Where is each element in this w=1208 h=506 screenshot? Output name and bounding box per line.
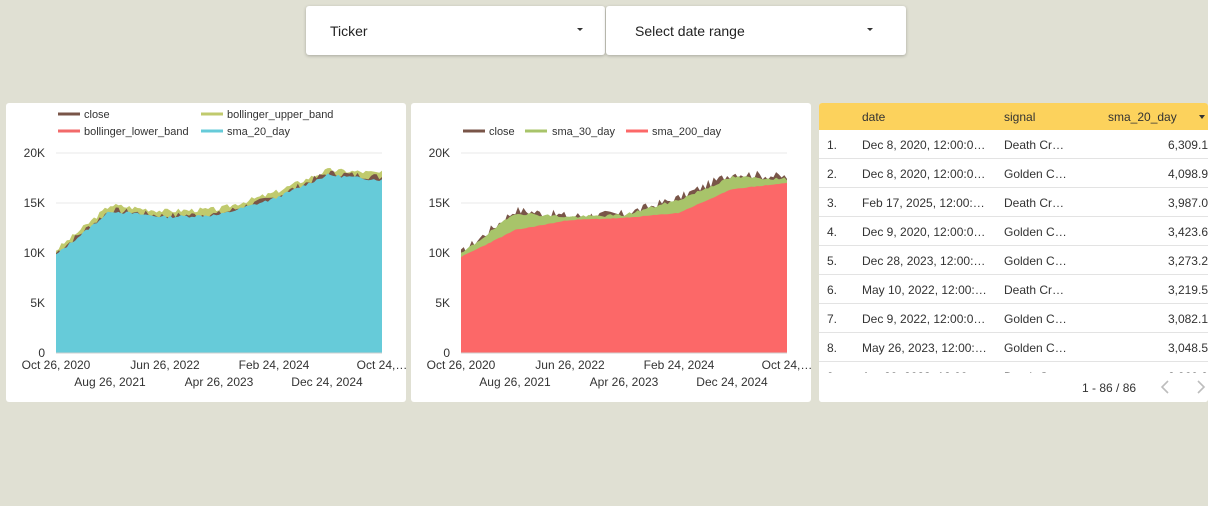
cell-signal: Death Cr…	[1004, 196, 1065, 210]
table-row[interactable]: 8. May 26, 2023, 12:00:… Golden C… 3,048.5	[819, 333, 1208, 362]
y-tick-label: 15K	[429, 196, 450, 210]
chevron-left-icon[interactable]	[1156, 377, 1176, 397]
ticker-dropdown-label: Ticker	[330, 23, 368, 39]
x-tick-label: Oct 26, 2020	[22, 358, 91, 372]
y-tick-label: 15K	[24, 196, 45, 210]
legend-label-bollinger-lower: bollinger_lower_band	[84, 126, 189, 138]
pagination-text: 1 - 86 / 86	[1082, 381, 1137, 395]
cell-date: May 26, 2023, 12:00:…	[862, 341, 987, 355]
date-range-dropdown[interactable]: Select date range	[606, 6, 906, 55]
legend-label-sma-30: sma_30_day	[552, 126, 615, 138]
sma-chart: close sma_30_day sma_200_day 20K 15K 10K…	[427, 126, 811, 389]
row-index: 7.	[827, 312, 838, 326]
cell-signal: Golden C…	[1004, 167, 1067, 181]
x-tick-label: Feb 24, 2024	[644, 358, 715, 372]
x-tick-label: Oct 24,…	[762, 358, 811, 372]
y-tick-label: 10K	[429, 246, 450, 260]
cell-sma-20-day: 3,273.2	[1167, 254, 1208, 268]
x-tick-label: Oct 26, 2020	[427, 358, 496, 372]
x-tick-label: Jun 26, 2022	[535, 358, 605, 372]
cell-signal: Golden C…	[1004, 312, 1067, 326]
cell-signal: Golden C…	[1004, 341, 1067, 355]
row-index: 6.	[827, 283, 838, 297]
cell-sma-20-day: 3,423.6	[1167, 225, 1208, 239]
column-header-date[interactable]: date	[862, 110, 885, 124]
bollinger-chart: close bollinger_upper_band bollinger_low…	[22, 109, 406, 389]
column-header-sma-20-day[interactable]: sma_20_day	[1108, 110, 1177, 124]
legend-label-close: close	[84, 109, 110, 121]
legend-label-sma-200: sma_200_day	[652, 126, 722, 138]
cell-sma-20-day: 3,987.0	[1167, 196, 1208, 210]
table-row[interactable]: 4. Dec 9, 2020, 12:00:0… Golden C… 3,423.6	[819, 217, 1208, 246]
cell-date: Dec 9, 2020, 12:00:0…	[862, 225, 986, 239]
table-row[interactable]: 1. Dec 8, 2020, 12:00:0… Death Cr… 6,309.1	[819, 130, 1208, 159]
chevron-down-icon	[577, 28, 583, 31]
x-tick-label: Feb 24, 2024	[239, 358, 310, 372]
chart2-legend: close sma_30_day sma_200_day	[463, 126, 722, 138]
row-index: 2.	[827, 167, 838, 181]
row-index: 8.	[827, 341, 838, 355]
column-header-signal[interactable]: signal	[1004, 110, 1035, 124]
x-tick-label: Jun 26, 2022	[130, 358, 200, 372]
date-range-dropdown-label: Select date range	[635, 23, 745, 39]
cell-sma-20-day: 6,309.1	[1167, 138, 1208, 152]
table-row[interactable]: 6. May 10, 2022, 12:00:… Death Cr… 3,219.5	[819, 275, 1208, 304]
x-tick-label: Oct 24,…	[357, 358, 406, 372]
table-row[interactable]: 3. Feb 17, 2025, 12:00:… Death Cr… 3,987.0	[819, 188, 1208, 217]
y-tick-label: 20K	[429, 146, 450, 160]
cell-date: May 10, 2022, 12:00:…	[862, 283, 987, 297]
table-pagination: 1 - 86 / 86	[819, 373, 1208, 402]
cell-signal: Death Cr…	[1004, 138, 1065, 152]
x-tick-label: Dec 24, 2024	[696, 375, 768, 389]
bollinger-chart-card: close bollinger_upper_band bollinger_low…	[6, 103, 406, 402]
cell-sma-20-day: 3,219.5	[1167, 283, 1208, 297]
series-area-sma-200	[461, 182, 787, 353]
chart1-legend: close bollinger_upper_band bollinger_low…	[58, 109, 333, 138]
table-row[interactable]: 7. Dec 9, 2022, 12:00:0… Golden C… 3,082.1	[819, 304, 1208, 333]
sort-desc-icon[interactable]	[1199, 115, 1205, 119]
ticker-dropdown[interactable]: Ticker	[306, 6, 605, 55]
x-tick-label: Aug 26, 2021	[74, 375, 146, 389]
cell-date: Dec 8, 2020, 12:00:0…	[862, 167, 986, 181]
y-tick-label: 10K	[24, 246, 45, 260]
chevron-right-icon[interactable]	[1190, 377, 1208, 397]
legend-label-sma-20: sma_20_day	[227, 126, 290, 138]
table-row[interactable]: 2. Dec 8, 2020, 12:00:0… Golden C… 4,098.9	[819, 159, 1208, 188]
y-tick-label: 5K	[435, 296, 450, 310]
cell-date: Feb 17, 2025, 12:00:…	[862, 196, 985, 210]
row-index: 1.	[827, 138, 838, 152]
chevron-down-icon	[867, 28, 873, 31]
row-index: 3.	[827, 196, 838, 210]
x-tick-label: Apr 26, 2023	[590, 375, 659, 389]
x-tick-label: Apr 26, 2023	[185, 375, 254, 389]
table-header: date signal sma_20_day	[819, 103, 1208, 130]
sma-chart-card: close sma_30_day sma_200_day 20K 15K 10K…	[411, 103, 811, 402]
cell-sma-20-day: 4,098.9	[1167, 167, 1208, 181]
x-tick-label: Aug 26, 2021	[479, 375, 551, 389]
cell-signal: Golden C…	[1004, 254, 1067, 268]
legend-label-close: close	[489, 126, 515, 138]
row-index: 5.	[827, 254, 838, 268]
cell-sma-20-day: 3,082.1	[1167, 312, 1208, 326]
signals-table-card: date signal sma_20_day 1. Dec 8, 2020, 12…	[819, 103, 1208, 402]
legend-label-bollinger-upper: bollinger_upper_band	[227, 109, 333, 121]
cell-signal: Golden C…	[1004, 225, 1067, 239]
cell-date: Dec 9, 2022, 12:00:0…	[862, 312, 986, 326]
row-index: 4.	[827, 225, 838, 239]
series-area-sma-20	[56, 173, 382, 353]
cell-date: Dec 8, 2020, 12:00:0…	[862, 138, 986, 152]
cell-signal: Death Cr…	[1004, 283, 1065, 297]
table-row[interactable]: 5. Dec 28, 2023, 12:00:… Golden C… 3,273.2	[819, 246, 1208, 275]
cell-date: Dec 28, 2023, 12:00:…	[862, 254, 986, 268]
cell-sma-20-day: 3,048.5	[1167, 341, 1208, 355]
x-tick-label: Dec 24, 2024	[291, 375, 363, 389]
y-tick-label: 20K	[24, 146, 45, 160]
y-tick-label: 5K	[30, 296, 45, 310]
